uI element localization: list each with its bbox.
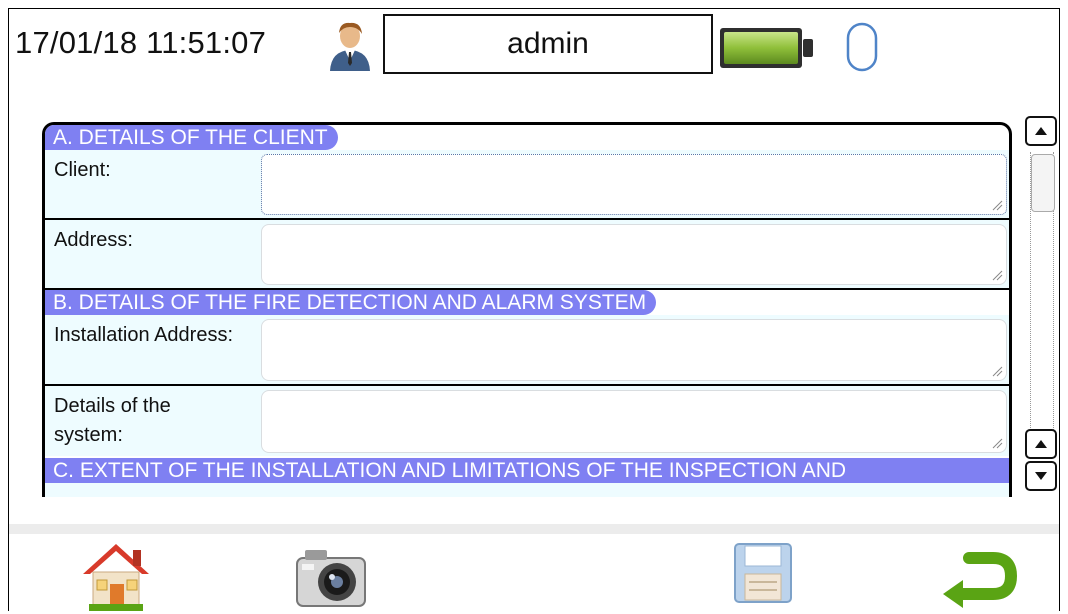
address-input[interactable] [261,224,1007,285]
scroll-up-button[interactable] [1025,116,1057,146]
field-label: Client: [54,159,111,181]
battery-icon [720,28,813,68]
field-label: Address: [54,229,133,251]
mouse-icon [846,22,878,72]
section-header-c: C. EXTENT OF THE INSTALLATION AND LIMITA… [45,458,1009,483]
arrow-down-icon [1035,472,1047,480]
section-title: C. EXTENT OF THE INSTALLATION AND LIMITA… [45,458,1009,483]
section-title: A. DETAILS OF THE CLIENT [45,125,338,150]
section-header-b: B. DETAILS OF THE FIRE DETECTION AND ALA… [45,290,1009,315]
client-input[interactable] [261,154,1007,215]
form-row-address: Address: [45,220,1009,290]
form-row-system-details: Details of the system: [45,386,1009,456]
resize-grip-icon[interactable] [991,269,1003,281]
home-icon[interactable] [79,540,153,612]
field-label: Installation Address: [54,324,233,346]
return-icon[interactable] [937,540,1017,610]
toolbar-divider [9,524,1059,534]
resize-grip-icon[interactable] [991,199,1003,211]
status-bar: 17/01/18 11:51:07 admin [9,9,1059,79]
resize-grip-icon[interactable] [991,365,1003,377]
bottom-toolbar [9,534,1059,614]
arrow-up-icon [1035,127,1047,135]
scroll-down-button[interactable] [1025,461,1057,491]
app-window: 17/01/18 11:51:07 admin A. DETAILS OF TH… [8,8,1060,611]
resize-grip-icon[interactable] [991,437,1003,449]
scrollbar-track[interactable] [1030,152,1055,432]
form-row-partial [45,483,1009,497]
datetime-display: 17/01/18 11:51:07 [15,25,267,60]
system-details-input[interactable] [261,390,1007,453]
scrollbar-thumb[interactable] [1031,154,1055,212]
camera-icon[interactable] [295,540,367,610]
user-name-field[interactable]: admin [383,14,713,74]
form-row-client: Client: [45,150,1009,220]
section-title: B. DETAILS OF THE FIRE DETECTION AND ALA… [45,290,657,315]
scroll-step-up-button[interactable] [1025,429,1057,459]
section-header-a: A. DETAILS OF THE CLIENT [45,125,1009,150]
save-icon[interactable] [733,540,793,606]
installation-address-input[interactable] [261,319,1007,381]
arrow-up-icon [1035,440,1047,448]
inspection-form: A. DETAILS OF THE CLIENT Client: Address… [42,122,1012,497]
user-icon [330,22,370,71]
field-label: Details of the system: [54,395,171,446]
form-row-installation-address: Installation Address: [45,315,1009,386]
form-scrollbar[interactable] [1025,116,1059,496]
